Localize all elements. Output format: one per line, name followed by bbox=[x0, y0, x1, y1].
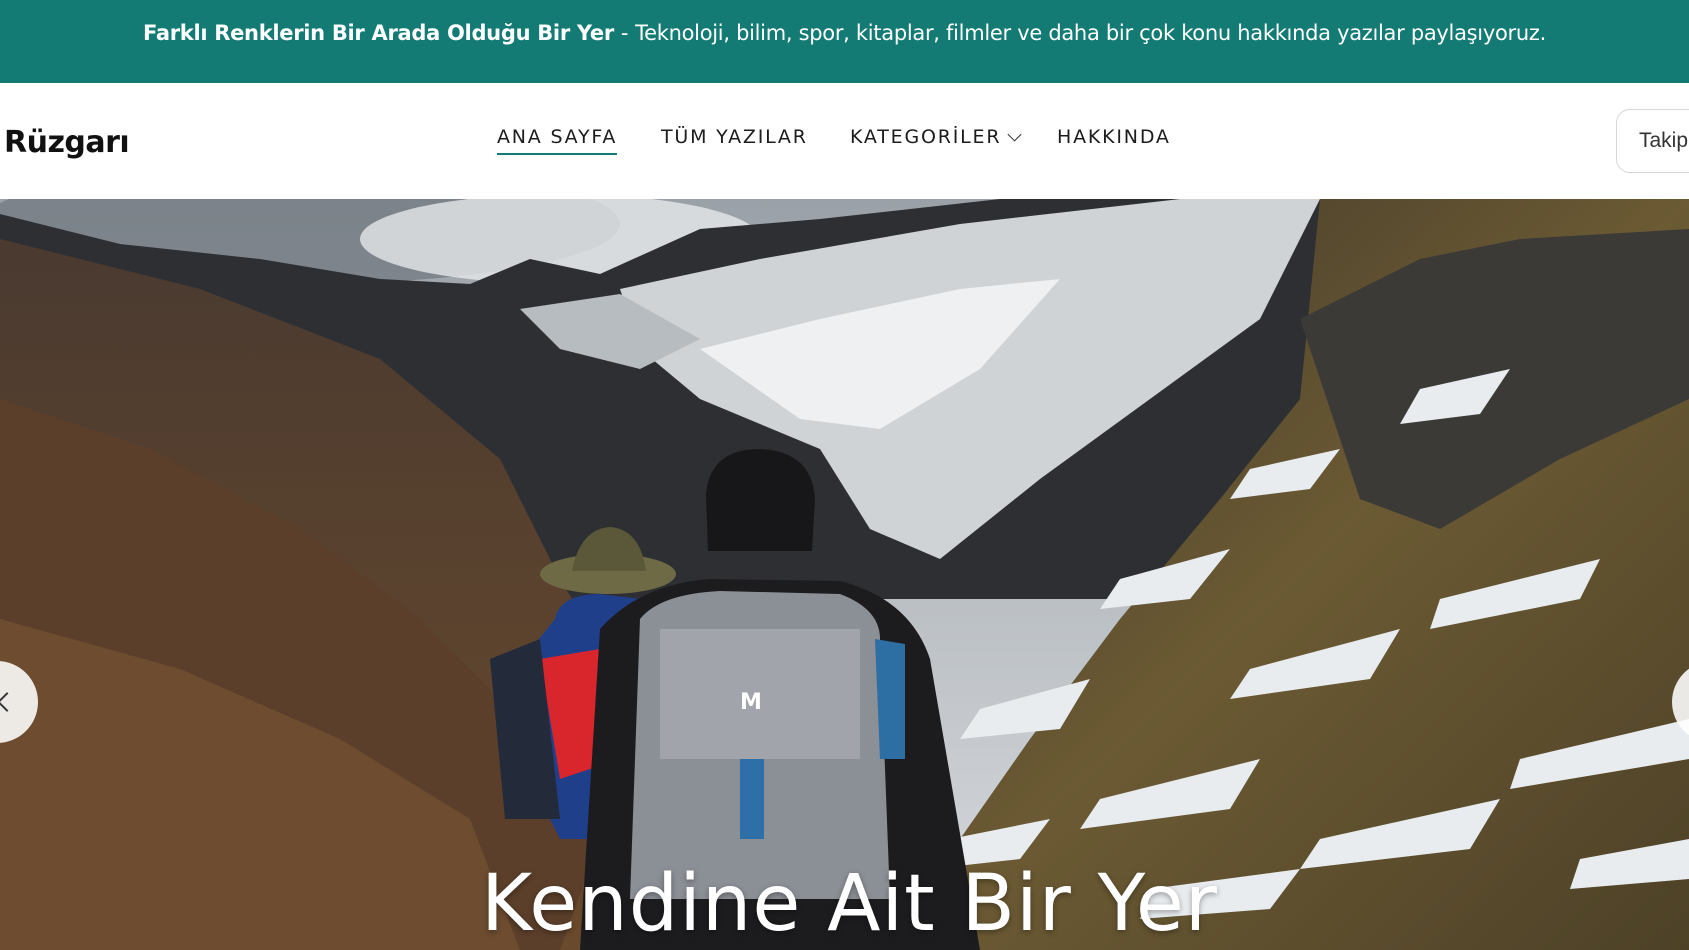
nav-about[interactable]: HAKKINDA bbox=[1057, 126, 1171, 153]
main-nav: ANA SAYFA TÜM YAZILAR KATEGORİLER HAKKIN… bbox=[0, 83, 1689, 199]
nav-categories-label: KATEGORİLER bbox=[850, 126, 1002, 148]
hero-title: Kendine Ait Bir Yer bbox=[481, 859, 1218, 949]
hero-image: M bbox=[0, 199, 1689, 950]
svg-text:M: M bbox=[740, 690, 762, 715]
chevron-down-icon bbox=[1007, 127, 1022, 142]
nav-categories[interactable]: KATEGORİLER bbox=[850, 126, 1022, 153]
announcement-separator: - bbox=[620, 20, 629, 45]
follow-button[interactable]: Takip bbox=[1616, 109, 1689, 173]
announcement-bar: Farklı Renklerin Bir Arada Olduğu Bir Ye… bbox=[0, 0, 1689, 83]
nav-all-posts[interactable]: TÜM YAZILAR bbox=[661, 126, 808, 153]
site-header: Rüzgarı ANA SAYFA TÜM YAZILAR KATEGORİLE… bbox=[0, 83, 1689, 199]
hero-slider: M Kendine Ait Bir Yer bbox=[0, 199, 1689, 950]
announcement-text: Teknoloji, bilim, spor, kitaplar, filmle… bbox=[635, 20, 1546, 45]
chevron-left-icon bbox=[0, 692, 17, 712]
nav-home[interactable]: ANA SAYFA bbox=[497, 126, 618, 155]
announcement-highlight: Farklı Renklerin Bir Arada Olduğu Bir Ye… bbox=[143, 20, 614, 45]
